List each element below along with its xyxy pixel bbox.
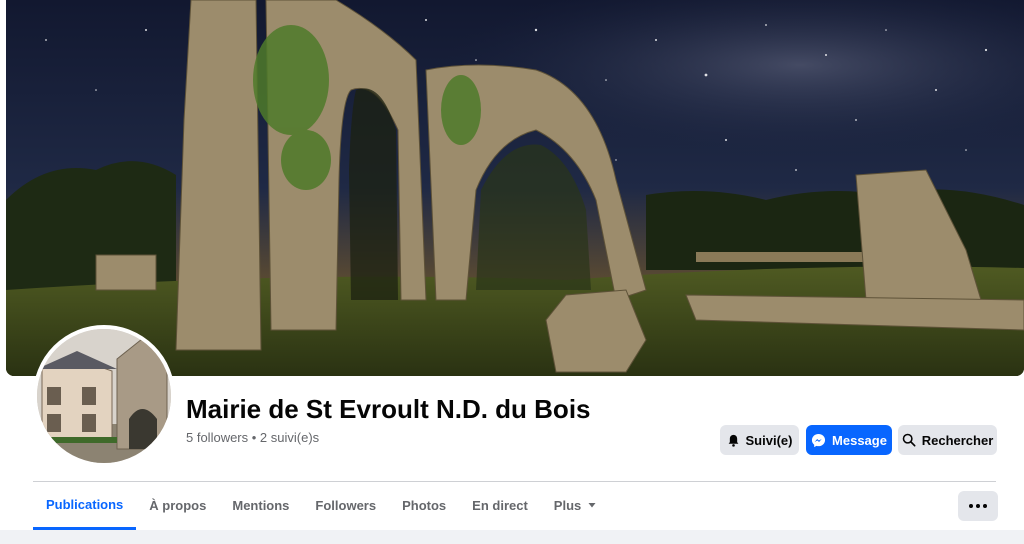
following-button[interactable]: Suivi(e) [720, 425, 799, 455]
tab-mentions[interactable]: Mentions [219, 482, 302, 528]
more-options-button[interactable] [958, 491, 998, 521]
tab-publications[interactable]: Publications [33, 482, 137, 530]
follower-stats[interactable]: 5 followers • 2 suivi(e)s [186, 430, 319, 445]
tab-more[interactable]: Plus [541, 482, 610, 528]
town-hall-photo [37, 329, 171, 463]
profile-picture[interactable] [33, 325, 175, 467]
message-button[interactable]: Message [806, 425, 892, 455]
search-button-label: Rechercher [921, 432, 994, 448]
caret-down-icon [588, 503, 596, 508]
profile-header-card: Mairie de St Evroult N.D. du Bois 5 foll… [0, 0, 1024, 530]
cover-photo[interactable] [6, 0, 1024, 376]
abbey-ruins-night-image [6, 0, 1024, 376]
message-button-label: Message [832, 432, 887, 448]
tab-about[interactable]: À propos [136, 482, 219, 528]
tab-followers[interactable]: Followers [302, 482, 389, 528]
more-horizontal-icon [968, 504, 989, 508]
page-title: Mairie de St Evroult N.D. du Bois [186, 394, 591, 424]
search-button[interactable]: Rechercher [898, 425, 997, 455]
following-button-label: Suivi(e) [745, 432, 793, 448]
tab-photos[interactable]: Photos [389, 482, 459, 528]
profile-tabs: Publications À propos Mentions Followers… [33, 482, 610, 530]
messenger-icon [811, 433, 826, 447]
search-icon [902, 433, 916, 447]
tab-live[interactable]: En direct [459, 482, 541, 528]
bell-icon [728, 434, 738, 447]
